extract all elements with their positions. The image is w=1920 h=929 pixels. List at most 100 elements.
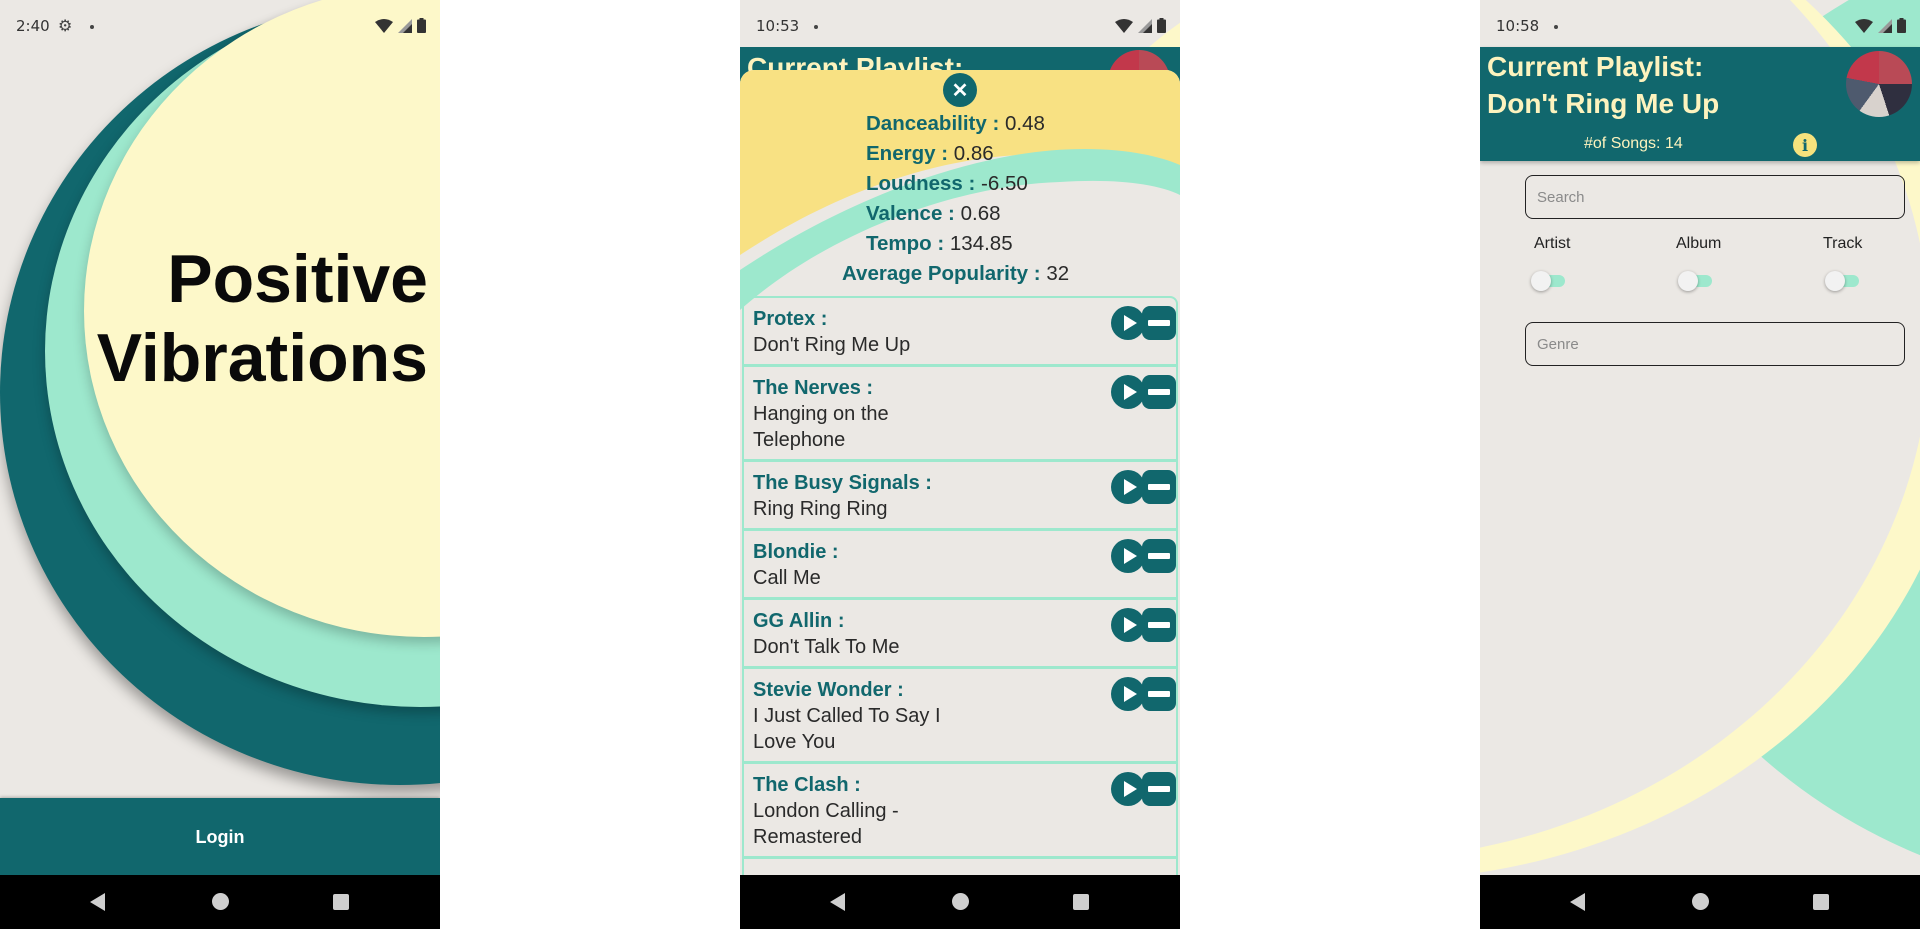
artist-filter-label: Artist (1534, 235, 1571, 252)
remove-song-button[interactable] (1142, 677, 1176, 711)
remove-song-button[interactable] (1142, 539, 1176, 573)
song-artist: Stevie Wonder : (753, 679, 904, 701)
loudness-stat: Loudness : -6.50 (866, 172, 1028, 195)
song-actions (1111, 772, 1176, 806)
song-actions (1111, 375, 1176, 409)
cell-signal-icon (398, 18, 412, 33)
song-row: Blondie : Call Me (744, 531, 1176, 600)
search-input[interactable] (1526, 176, 1904, 218)
remove-song-button[interactable] (1142, 772, 1176, 806)
recent-apps-icon[interactable] (1813, 894, 1829, 910)
play-button[interactable] (1111, 306, 1145, 340)
danceability-stat: Danceability : 0.48 (866, 112, 1045, 135)
song-track: Call Me (753, 567, 821, 589)
play-button[interactable] (1111, 375, 1145, 409)
valence-stat: Valence : 0.68 (866, 202, 1001, 225)
song-track: London Calling - Remastered (753, 800, 899, 848)
cell-signal-icon (1138, 18, 1152, 33)
song-count: #of Songs: 14 (1584, 135, 1683, 152)
status-icons (1855, 18, 1906, 33)
wifi-icon (1115, 18, 1133, 33)
remove-song-button[interactable] (1142, 470, 1176, 504)
song-actions (1111, 539, 1176, 573)
close-icon[interactable]: ✕ (943, 73, 977, 107)
home-icon[interactable] (1692, 893, 1709, 910)
album-toggle[interactable] (1678, 270, 1716, 292)
back-icon[interactable] (830, 893, 845, 911)
song-track: Don't Talk To Me (753, 636, 900, 658)
home-icon[interactable] (952, 893, 969, 910)
song-artist: Protex : (753, 308, 828, 330)
song-artist: The Nerves : (753, 377, 874, 399)
remove-song-button[interactable] (1142, 306, 1176, 340)
play-button[interactable] (1111, 677, 1145, 711)
song-row: GG Allin : Don't Talk To Me (744, 600, 1176, 669)
album-filter-label: Album (1676, 235, 1722, 252)
play-button[interactable] (1111, 539, 1145, 573)
playlist-title-line2: Don't Ring Me Up (1487, 88, 1720, 119)
track-toggle[interactable] (1825, 270, 1863, 292)
remove-song-button[interactable] (1142, 608, 1176, 642)
song-artist: Blondie : (753, 541, 839, 563)
play-button[interactable] (1111, 470, 1145, 504)
song-row: The Clash : London Calling - Remastered (744, 764, 1176, 859)
back-icon[interactable] (1570, 893, 1585, 911)
recent-apps-icon[interactable] (333, 894, 349, 910)
login-button[interactable]: Login (0, 798, 440, 876)
notification-dot-icon (1554, 25, 1558, 29)
song-actions (1111, 608, 1176, 642)
energy-stat: Energy : 0.86 (866, 142, 994, 165)
artist-toggle[interactable] (1531, 270, 1569, 292)
remove-song-button[interactable] (1142, 375, 1176, 409)
recent-apps-icon[interactable] (1073, 894, 1089, 910)
home-icon[interactable] (212, 893, 229, 910)
playlist-details-dialog: ✕ Danceability : 0.48 Energy : 0.86 Loud… (740, 70, 1180, 875)
song-row: The Busy Signals : Ring Ring Ring (744, 462, 1176, 531)
genre-field[interactable] (1525, 322, 1905, 366)
search-screen: 10:58 Current Playlist: Don't Ring Me Up… (1480, 0, 1920, 929)
login-screen: 2:40 ⚙ Positive Vibrations Login (0, 0, 440, 929)
app-title: Positive Vibrations (97, 240, 428, 398)
info-icon[interactable]: i (1793, 133, 1817, 157)
wifi-icon (1855, 18, 1873, 33)
song-artist: GG Allin : (753, 610, 845, 632)
battery-icon (417, 18, 426, 33)
notification-dot-icon (814, 25, 818, 29)
navigation-bar (1480, 875, 1920, 929)
status-bar: 10:58 (1480, 0, 1920, 52)
song-track: Hanging on the Telephone (753, 403, 889, 451)
back-icon[interactable] (90, 893, 105, 911)
status-time: 10:58 (1496, 17, 1540, 35)
genre-input[interactable] (1526, 323, 1904, 365)
song-list[interactable]: Protex : Don't Ring Me Up The Nerves : H… (742, 296, 1178, 875)
song-row: The Nerves : Hanging on the Telephone (744, 367, 1176, 462)
status-bar: 10:53 (740, 0, 1180, 52)
song-actions (1111, 306, 1176, 340)
song-artist: The Busy Signals : (753, 472, 932, 494)
album-art-thumbnail (1846, 51, 1912, 117)
status-icons (375, 18, 426, 33)
song-actions (1111, 677, 1176, 711)
battery-icon (1897, 18, 1906, 33)
playlist-details-screen: 10:53 Current Playlist: ✕ Danceability :… (740, 0, 1180, 929)
status-time: 2:40 (16, 17, 50, 35)
play-button[interactable] (1111, 772, 1145, 806)
playlist-title-line1: Current Playlist: (1487, 51, 1704, 82)
song-track: Don't Ring Me Up (753, 334, 911, 356)
average-popularity-stat: Average Popularity : 32 (842, 262, 1070, 285)
song-row: Protex : Don't Ring Me Up (744, 298, 1176, 367)
navigation-bar (740, 875, 1180, 929)
notification-dot-icon (90, 25, 94, 29)
status-bar: 2:40 ⚙ (0, 0, 440, 52)
play-button[interactable] (1111, 608, 1145, 642)
song-row: Stevie Wonder : I Just Called To Say I L… (744, 669, 1176, 764)
playlist-header: Current Playlist: Don't Ring Me Up #of S… (1480, 47, 1920, 161)
search-field[interactable] (1525, 175, 1905, 219)
song-artist: The Clash : (753, 774, 861, 796)
battery-icon (1157, 18, 1166, 33)
navigation-bar (0, 875, 440, 929)
app-title-line2: Vibrations (96, 320, 428, 396)
settings-notification-icon: ⚙ (58, 16, 73, 35)
track-filter-label: Track (1823, 235, 1863, 252)
song-track: I Just Called To Say I Love You (753, 705, 941, 753)
